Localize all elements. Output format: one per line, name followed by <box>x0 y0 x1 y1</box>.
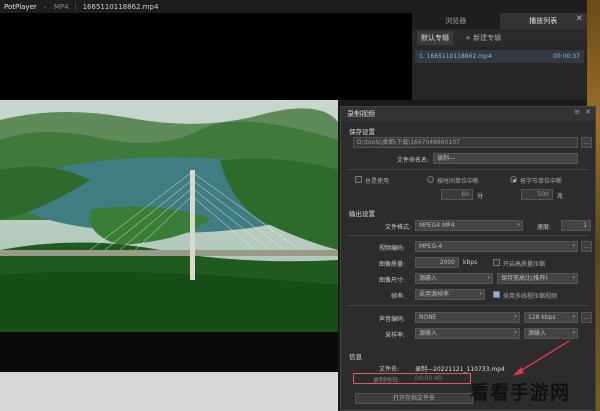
audio-codec-select[interactable]: NONE ▾ <box>415 312 520 323</box>
channels-select[interactable]: 源输入 ▾ <box>524 328 578 339</box>
landscape-image <box>0 100 338 332</box>
menu-icon[interactable]: ≡ <box>574 108 580 116</box>
control-strip <box>0 372 338 411</box>
list-item[interactable]: 1. 1665110118862.mp4 00:00:37 <box>415 50 584 63</box>
quality-unit: kbps <box>463 259 478 266</box>
sample-rate-select[interactable]: 源输入 ▾ <box>415 328 520 339</box>
always-use-label: 总是使用 <box>365 178 390 185</box>
codec-settings-button[interactable]: … <box>581 241 592 252</box>
multithread-checkbox[interactable] <box>493 291 500 298</box>
quality-field[interactable]: 2000 <box>415 257 459 268</box>
dialog-controls: ≡ ✕ <box>574 108 591 116</box>
video-letterbox-top <box>0 13 412 100</box>
image-size-select[interactable]: 源输入 ▾ <box>415 273 493 284</box>
app-name[interactable]: PotPlayer <box>4 3 37 11</box>
browse-button[interactable]: … <box>581 137 592 148</box>
hq-compress-checkbox[interactable] <box>493 259 500 266</box>
chevron-down-icon[interactable]: ⌄ <box>43 3 48 10</box>
playlist-item-name: 1. 1665110118862.mp4 <box>419 53 492 60</box>
fps-select[interactable]: 采用源帧率 ▾ <box>415 289 485 300</box>
audio-settings-button[interactable]: … <box>581 312 592 323</box>
divider <box>347 235 589 236</box>
by-time-radio[interactable] <box>427 176 434 183</box>
image-size-value: 源输入 <box>419 275 438 282</box>
quality-label: 图像质量: <box>378 261 405 268</box>
audio-codec-value: NONE <box>419 314 437 321</box>
info-filename-label: 文件名: <box>378 366 399 373</box>
filename-label: 文件命名名: <box>396 157 429 164</box>
playlist-item-duration: 00:00:37 <box>553 53 580 60</box>
time-unit-label: 分 <box>477 193 484 200</box>
close-icon[interactable]: ✕ <box>585 108 591 116</box>
time-value-field[interactable]: 60 <box>441 189 473 200</box>
tab-browser[interactable]: 浏览器 <box>412 13 500 29</box>
format-label: MP4 <box>53 2 69 11</box>
save-path-field[interactable]: D:\tools\桌面\下载\1667048660107 <box>353 137 578 148</box>
chevron-down-icon: ▾ <box>572 275 575 281</box>
format-value: MPEG4 MP4 <box>419 222 455 229</box>
album-bar: 默认专辑 + 新建专辑 <box>412 29 587 47</box>
output-settings-heading: 输出设置 <box>349 210 375 218</box>
hq-compress-label: 开启高质量压缩 <box>503 261 546 268</box>
chevron-down-icon: ▾ <box>517 222 520 228</box>
playlist-tabs: 浏览器 播放列表 <box>412 13 587 29</box>
filename-field[interactable]: 录制— <box>433 153 578 164</box>
tab-playlist[interactable]: 播放列表 <box>499 13 587 29</box>
by-bytes-radio[interactable] <box>510 176 517 183</box>
chevron-down-icon: ▾ <box>514 330 517 336</box>
player-titlebar: PotPlayer ⌄ MP4 | 1665110118862.mp4 <box>0 0 600 13</box>
speed-stepper[interactable]: 1 <box>561 220 591 231</box>
sample-rate-value: 源输入 <box>419 330 438 337</box>
divider <box>347 305 589 306</box>
red-arrow-icon <box>513 340 570 376</box>
divider <box>347 169 589 170</box>
video-codec-select[interactable]: MPEG-4 ▾ <box>415 241 578 252</box>
audio-codec-label: 声音编码: <box>378 316 405 323</box>
chevron-down-icon: ▾ <box>514 314 517 320</box>
chevron-down-icon: ▾ <box>572 330 575 336</box>
bytes-unit-label: 兆 <box>557 193 564 200</box>
separator: | <box>74 3 77 10</box>
bytes-value-field[interactable]: 500 <box>521 189 553 200</box>
chevron-down-icon: ▾ <box>572 243 575 249</box>
elapsed-value: 00:00:40 <box>415 375 442 382</box>
aspect-value: 保持宽高比(推荐) <box>501 275 548 282</box>
aspect-select[interactable]: 保持宽高比(推荐) ▾ <box>497 273 578 284</box>
file-title: 1665110118862.mp4 <box>82 2 159 11</box>
open-folder-button[interactable]: 打开存档文件夹 <box>355 393 473 404</box>
close-icon[interactable]: ✕ <box>575 14 583 24</box>
chevron-down-icon: ▾ <box>572 314 575 320</box>
format-select[interactable]: MPEG4 MP4 ▾ <box>415 220 523 231</box>
audio-bitrate-value: 128 kbps <box>528 314 556 321</box>
watermark: 看看手游网 <box>470 382 571 404</box>
always-use-checkbox[interactable] <box>355 176 362 183</box>
default-album[interactable]: 默认专辑 <box>417 31 453 45</box>
image-size-label: 图像尺寸: <box>378 277 405 284</box>
record-video-dialog: 录制视频 ≡ ✕ 保存设置 D:\tools\桌面\下载\16670486601… <box>340 106 596 411</box>
new-album-button[interactable]: + 新建专辑 <box>465 33 501 43</box>
format-label: 文件格式: <box>384 224 411 231</box>
dialog-title: 录制视频 <box>341 107 595 121</box>
video-letterbox-bottom <box>0 332 338 372</box>
chevron-down-icon: ▾ <box>479 291 482 297</box>
info-filename-value: 录制—20221121_110733.mp4 <box>415 366 505 373</box>
sample-rate-label: 采样率: <box>384 332 405 339</box>
elapsed-label: 录制时间: <box>372 377 399 384</box>
video-codec-value: MPEG-4 <box>419 243 443 250</box>
chevron-down-icon: ▾ <box>487 275 490 281</box>
video-frame[interactable] <box>0 100 338 332</box>
audio-bitrate-select[interactable]: 128 kbps ▾ <box>524 312 578 323</box>
by-bytes-label: 按字节单位中断 <box>520 178 563 185</box>
save-settings-heading: 保存设置 <box>349 128 375 136</box>
fps-value: 采用源帧率 <box>419 291 450 298</box>
fps-label: 帧率: <box>390 293 405 300</box>
speed-label: 速度: <box>536 224 551 231</box>
multithread-label: 采用多线程压缩视频 <box>503 293 558 300</box>
by-time-label: 按时间单位中断 <box>437 178 480 185</box>
info-heading: 信息 <box>349 353 362 361</box>
video-codec-label: 视频编码: <box>378 245 405 252</box>
playlist-panel: ✕ 浏览器 播放列表 默认专辑 + 新建专辑 1. 1665110118862.… <box>412 13 587 100</box>
channels-value: 源输入 <box>528 330 547 337</box>
